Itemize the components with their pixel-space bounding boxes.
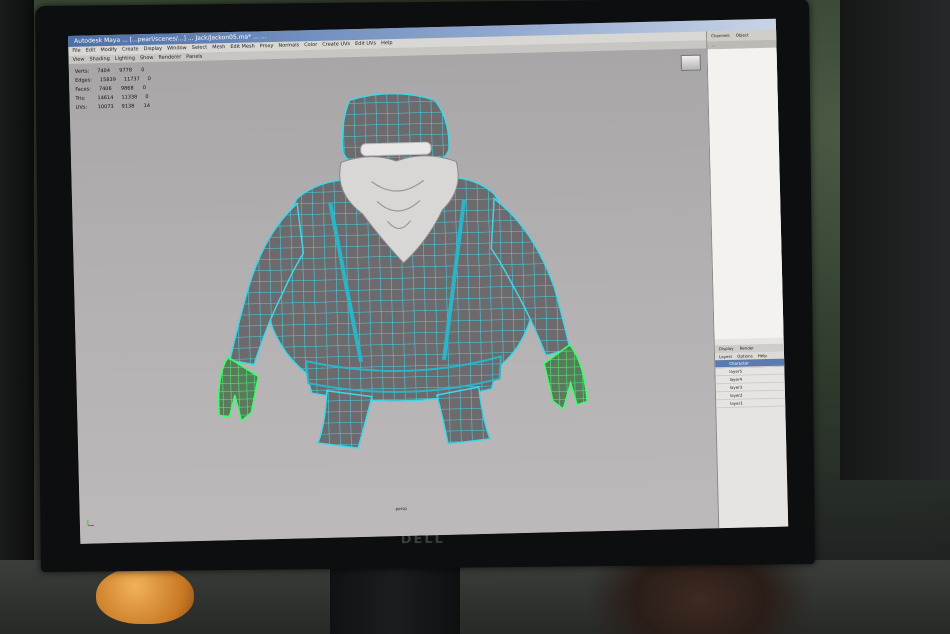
3d-viewport[interactable]: Verts: 7404 9778 0 Edges: 15839 11737 0 … xyxy=(68,48,719,544)
hud-value: 0 xyxy=(147,75,152,83)
channel-list[interactable] xyxy=(707,47,785,340)
camera-label: persp xyxy=(395,505,407,512)
hud-label: Faces: xyxy=(75,86,91,93)
layer-row[interactable]: layer1 xyxy=(716,398,787,409)
hud-value: 9138 xyxy=(121,103,135,110)
hud-value: 9868 xyxy=(120,85,134,92)
menu-edit[interactable]: Edit xyxy=(86,46,96,55)
tab-channels[interactable]: Channels xyxy=(711,31,730,41)
menu-display[interactable]: Display xyxy=(144,45,163,54)
hud-value: 10073 xyxy=(97,103,114,111)
hud-value: 0 xyxy=(141,67,145,74)
menu-select[interactable]: Select xyxy=(192,44,208,53)
hud-value: 11737 xyxy=(123,76,140,83)
viewport-maximize-button[interactable] xyxy=(680,54,702,72)
hud-value: 0 xyxy=(145,94,149,101)
character-wireframe-model[interactable] xyxy=(200,86,599,475)
hud-value: 14614 xyxy=(97,94,114,102)
left-monitor-edge xyxy=(0,0,34,590)
maya-screen: Autodesk Maya ... [...pearl/scenes/...] … xyxy=(68,18,789,544)
orange-fruit xyxy=(96,566,194,624)
hud-label: Verts: xyxy=(74,68,90,75)
menu-proxy[interactable]: Proxy xyxy=(260,42,274,51)
menu-file[interactable]: File xyxy=(72,47,81,56)
hud-row: UVs: 10073 9138 14 xyxy=(76,102,163,113)
menu-help-layers[interactable]: Help xyxy=(758,352,767,359)
menu-help[interactable]: Help xyxy=(381,39,393,48)
channel-box-panel: Channels Object ... Display Render Layer… xyxy=(706,29,789,529)
poly-count-hud: Verts: 7404 9778 0 Edges: 15839 11737 0 … xyxy=(75,66,163,113)
hud-label: Tris: xyxy=(75,95,86,102)
hud-value: 7404 xyxy=(97,67,111,75)
axis-gizmo-icon xyxy=(87,519,94,527)
menu-create[interactable]: Create xyxy=(122,45,139,54)
hud-value: 9778 xyxy=(119,67,133,74)
hud-label: UVs: xyxy=(75,104,88,111)
menu-modify[interactable]: Modify xyxy=(100,46,117,55)
menu-color[interactable]: Color xyxy=(304,41,317,50)
hud-value: 14 xyxy=(143,103,151,110)
hud-value: 11338 xyxy=(121,94,138,101)
menu-mesh[interactable]: Mesh xyxy=(212,43,225,52)
right-monitor-edge xyxy=(840,0,950,480)
tab-object[interactable]: Object xyxy=(736,30,749,40)
hud-value: 15839 xyxy=(99,76,116,84)
hud-value: 7406 xyxy=(98,85,112,93)
hud-value: 0 xyxy=(142,85,147,92)
hud-label: Edges: xyxy=(75,77,93,84)
